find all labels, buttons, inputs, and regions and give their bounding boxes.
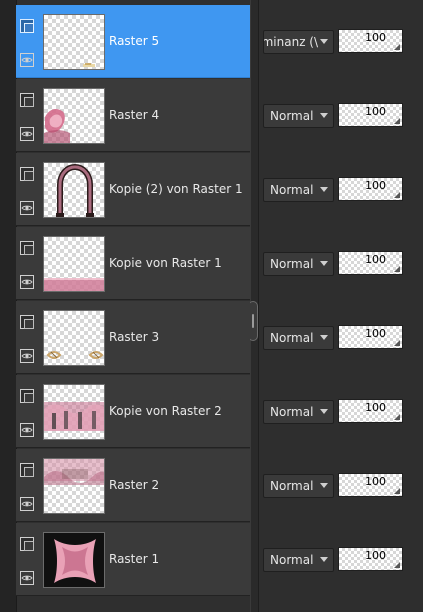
opacity-field[interactable]: 100	[338, 473, 403, 497]
blend-mode-select[interactable]: Normal	[263, 400, 334, 424]
layer-thumbnail	[43, 458, 105, 514]
opacity-field[interactable]: 100	[338, 251, 403, 275]
opacity-field[interactable]: 100	[338, 103, 403, 127]
layer-thumbnail	[43, 88, 105, 144]
layer-name: Raster 5	[109, 34, 160, 48]
blend-mode-value: Normal	[270, 109, 314, 123]
resize-grip-icon	[394, 44, 400, 50]
opacity-value: 100	[365, 475, 386, 488]
raster-layer-icon	[20, 537, 34, 551]
visibility-eye-icon[interactable]	[20, 423, 34, 437]
layer-row[interactable]: Raster 1	[16, 523, 250, 596]
visibility-eye-icon[interactable]	[20, 275, 34, 289]
layer-thumbnail	[43, 532, 105, 588]
layer-thumbnail	[43, 14, 105, 70]
chevron-down-icon	[320, 39, 328, 44]
visibility-eye-icon[interactable]	[20, 53, 34, 67]
layers-panel: Raster 5 Raster 4 Kopie (2) von Raster 1…	[0, 0, 423, 612]
blend-mode-value: Normal	[270, 331, 314, 345]
chevron-down-icon	[320, 113, 328, 118]
blend-mode-select[interactable]: Normal	[263, 104, 334, 128]
blend-mode-value: Normal	[270, 183, 314, 197]
chevron-down-icon	[320, 557, 328, 562]
chevron-down-icon	[320, 187, 328, 192]
opacity-value: 100	[365, 549, 386, 562]
visibility-eye-icon[interactable]	[20, 571, 34, 585]
chevron-down-icon	[320, 409, 328, 414]
blend-mode-select[interactable]: Normal	[263, 548, 334, 572]
resize-grip-icon	[394, 488, 400, 494]
chevron-down-icon	[320, 483, 328, 488]
layer-row[interactable]: Raster 4	[16, 79, 250, 152]
layer-name: Kopie (2) von Raster 1	[109, 182, 243, 196]
opacity-field[interactable]: 100	[338, 399, 403, 423]
opacity-field[interactable]: 100	[338, 177, 403, 201]
layer-thumbnail	[43, 162, 105, 218]
layer-row[interactable]: Kopie (2) von Raster 1	[16, 153, 250, 226]
layer-thumbnail	[43, 384, 105, 440]
blend-mode-value: Normal	[270, 405, 314, 419]
opacity-value: 100	[365, 31, 386, 44]
blend-mode-value: uminanz (\	[263, 35, 319, 49]
layers-gutter	[0, 0, 17, 612]
blend-mode-select[interactable]: uminanz (\	[263, 30, 334, 54]
layer-thumbnail	[43, 236, 105, 292]
resize-grip-icon	[394, 562, 400, 568]
raster-layer-icon	[20, 241, 34, 255]
opacity-field[interactable]: 100	[338, 29, 403, 53]
blend-mode-value: Normal	[270, 553, 314, 567]
layer-row[interactable]: Raster 2	[16, 449, 250, 522]
opacity-value: 100	[365, 401, 386, 414]
layer-name: Raster 3	[109, 330, 160, 344]
layer-row[interactable]: Raster 5	[16, 5, 250, 78]
visibility-eye-icon[interactable]	[20, 127, 34, 141]
layer-name: Raster 4	[109, 108, 160, 122]
layer-row[interactable]: Kopie von Raster 2	[16, 375, 250, 448]
layer-properties	[259, 0, 423, 612]
resize-grip-icon	[394, 118, 400, 124]
raster-layer-icon	[20, 19, 34, 33]
raster-layer-icon	[20, 315, 34, 329]
blend-mode-select[interactable]: Normal	[263, 252, 334, 276]
opacity-field[interactable]: 100	[338, 547, 403, 571]
chevron-down-icon	[320, 335, 328, 340]
raster-layer-icon	[20, 389, 34, 403]
blend-mode-select[interactable]: Normal	[263, 178, 334, 202]
raster-layer-icon	[20, 463, 34, 477]
layer-row[interactable]: Raster 3	[16, 301, 250, 374]
resize-grip-icon	[394, 192, 400, 198]
resize-grip-icon	[394, 266, 400, 272]
resize-grip-icon	[394, 340, 400, 346]
layer-row[interactable]: Kopie von Raster 1	[16, 227, 250, 300]
opacity-value: 100	[365, 179, 386, 192]
chevron-down-icon	[320, 261, 328, 266]
opacity-field[interactable]: 100	[338, 325, 403, 349]
layer-name: Raster 1	[109, 552, 160, 566]
opacity-value: 100	[365, 105, 386, 118]
blend-mode-value: Normal	[270, 257, 314, 271]
opacity-value: 100	[365, 253, 386, 266]
layer-name: Kopie von Raster 2	[109, 404, 222, 418]
raster-layer-icon	[20, 93, 34, 107]
blend-mode-value: Normal	[270, 479, 314, 493]
blend-mode-select[interactable]: Normal	[263, 474, 334, 498]
layer-thumbnail	[43, 310, 105, 366]
opacity-value: 100	[365, 327, 386, 340]
blend-mode-select[interactable]: Normal	[263, 326, 334, 350]
layer-name: Raster 2	[109, 478, 160, 492]
raster-layer-icon	[20, 167, 34, 181]
layer-name: Kopie von Raster 1	[109, 256, 222, 270]
visibility-eye-icon[interactable]	[20, 497, 34, 511]
visibility-eye-icon[interactable]	[20, 349, 34, 363]
resize-grip-icon	[394, 414, 400, 420]
visibility-eye-icon[interactable]	[20, 201, 34, 215]
